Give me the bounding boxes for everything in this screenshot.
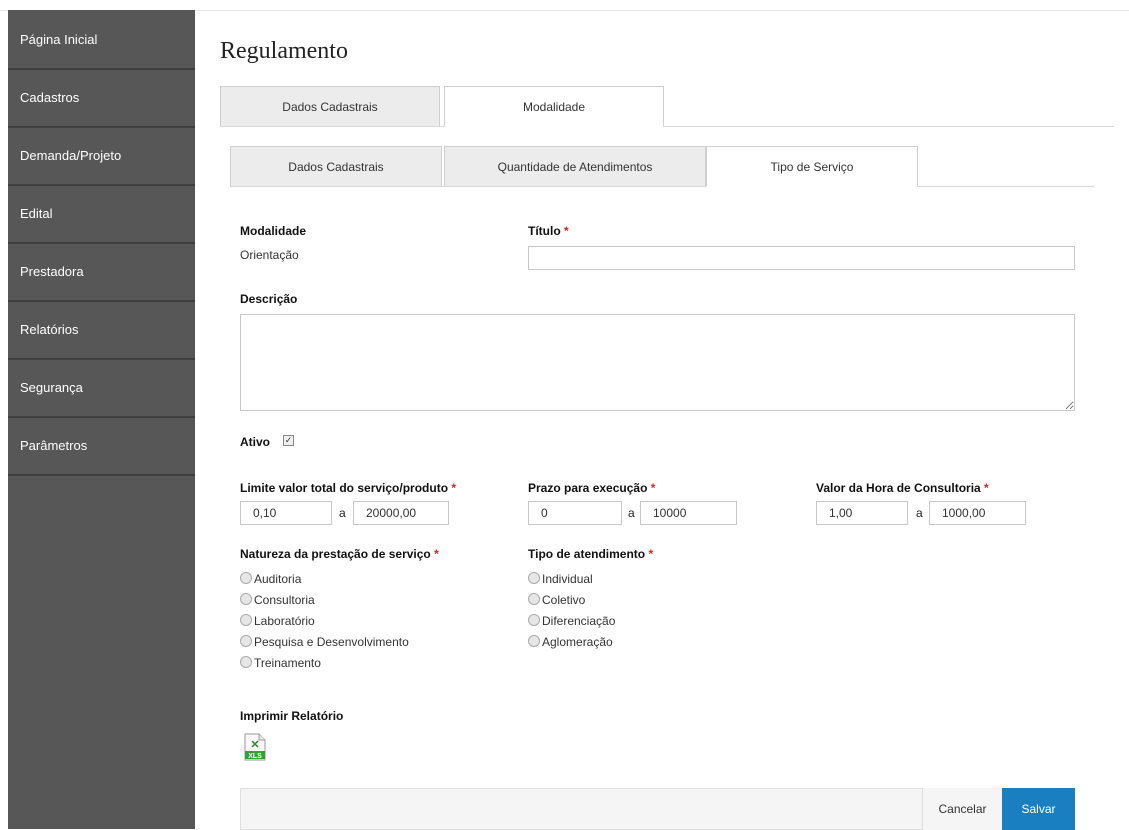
prazo-between-label: a xyxy=(628,506,635,520)
radio-icon[interactable] xyxy=(528,614,540,626)
tipo-option-individual[interactable]: Individual xyxy=(528,570,593,588)
valor-hora-to-input[interactable] xyxy=(929,501,1026,525)
sidebar-item-parametros[interactable]: Parâmetros xyxy=(8,418,195,476)
prazo-from-input[interactable] xyxy=(528,501,622,525)
radio-icon[interactable] xyxy=(240,572,252,584)
tipo-atendimento-label: Tipo de atendimento * xyxy=(528,547,654,561)
tipo-option-aglomeracao[interactable]: Aglomeração xyxy=(528,633,613,651)
xls-file-icon: ✕ XLS xyxy=(244,733,266,761)
natureza-option-pesquisa[interactable]: Pesquisa e Desenvolvimento xyxy=(240,633,409,651)
radio-icon[interactable] xyxy=(240,593,252,605)
descricao-textarea[interactable] xyxy=(240,314,1075,411)
xls-export-icon[interactable]: ✕ XLS xyxy=(244,733,266,761)
ativo-checkbox[interactable]: ✓ xyxy=(283,435,294,446)
limite-from-input[interactable] xyxy=(240,501,332,525)
main-tabs: Dados Cadastrais Modalidade xyxy=(220,86,1114,127)
sidebar-item-prestadora[interactable]: Prestadora xyxy=(8,244,195,302)
prazo-to-input[interactable] xyxy=(640,501,737,525)
natureza-option-consultoria[interactable]: Consultoria xyxy=(240,591,315,609)
limite-to-input[interactable] xyxy=(353,501,449,525)
modalidade-label: Modalidade xyxy=(240,224,307,238)
limite-between-label: a xyxy=(339,506,346,520)
natureza-option-laboratorio[interactable]: Laboratório xyxy=(240,612,315,630)
sidebar-item-relatorios[interactable]: Relatórios xyxy=(8,302,195,360)
natureza-label: Natureza da prestação de serviço * xyxy=(240,547,439,561)
descricao-label: Descrição xyxy=(240,292,298,306)
required-mark: * xyxy=(564,224,569,238)
sidebar-item-seguranca[interactable]: Segurança xyxy=(8,360,195,418)
tipo-option-diferenciacao[interactable]: Diferenciação xyxy=(528,612,615,630)
sidebar-item-cadastros[interactable]: Cadastros xyxy=(8,70,195,128)
tab-modalidade[interactable]: Modalidade xyxy=(444,86,664,127)
valor-hora-from-input[interactable] xyxy=(816,501,908,525)
natureza-option-auditoria[interactable]: Auditoria xyxy=(240,570,301,588)
save-button[interactable]: Salvar xyxy=(1002,788,1075,830)
radio-icon[interactable] xyxy=(528,635,540,647)
modalidade-value: Orientação xyxy=(240,248,299,262)
titulo-label: Título * xyxy=(528,224,569,238)
radio-icon[interactable] xyxy=(240,656,252,668)
ativo-label: Ativo xyxy=(240,435,270,449)
valor-hora-between-label: a xyxy=(916,506,923,520)
radio-icon[interactable] xyxy=(240,635,252,647)
imprimir-relatorio-label: Imprimir Relatório xyxy=(240,709,344,723)
subtab-tipo-servico[interactable]: Tipo de Serviço xyxy=(706,146,918,187)
prazo-label: Prazo para execução * xyxy=(528,481,656,495)
radio-icon[interactable] xyxy=(240,614,252,626)
sub-tabs: Dados Cadastrais Quantidade de Atendimen… xyxy=(230,146,1094,187)
sidebar-item-demanda-projeto[interactable]: Demanda/Projeto xyxy=(8,128,195,186)
sidebar-item-pagina-inicial[interactable]: Página Inicial xyxy=(8,10,195,70)
sidebar-item-edital[interactable]: Edital xyxy=(8,186,195,244)
radio-icon[interactable] xyxy=(528,572,540,584)
natureza-option-treinamento[interactable]: Treinamento xyxy=(240,654,321,672)
tab-dados-cadastrais[interactable]: Dados Cadastrais xyxy=(220,86,440,126)
page-title: Regulamento xyxy=(220,38,348,64)
tipo-option-coletivo[interactable]: Coletivo xyxy=(528,591,585,609)
sidebar: Página Inicial Cadastros Demanda/Projeto… xyxy=(8,10,195,829)
valor-hora-label: Valor da Hora de Consultoria * xyxy=(816,481,989,495)
subtab-quantidade-atendimentos[interactable]: Quantidade de Atendimentos xyxy=(444,146,706,186)
titulo-input[interactable] xyxy=(528,246,1075,270)
svg-text:✕: ✕ xyxy=(250,739,259,751)
radio-icon[interactable] xyxy=(528,593,540,605)
subtab-dados-cadastrais[interactable]: Dados Cadastrais xyxy=(230,146,442,186)
limite-label: Limite valor total do serviço/produto * xyxy=(240,481,457,495)
xls-icon-text: XLS xyxy=(248,753,262,760)
cancel-button[interactable]: Cancelar xyxy=(922,788,1002,830)
